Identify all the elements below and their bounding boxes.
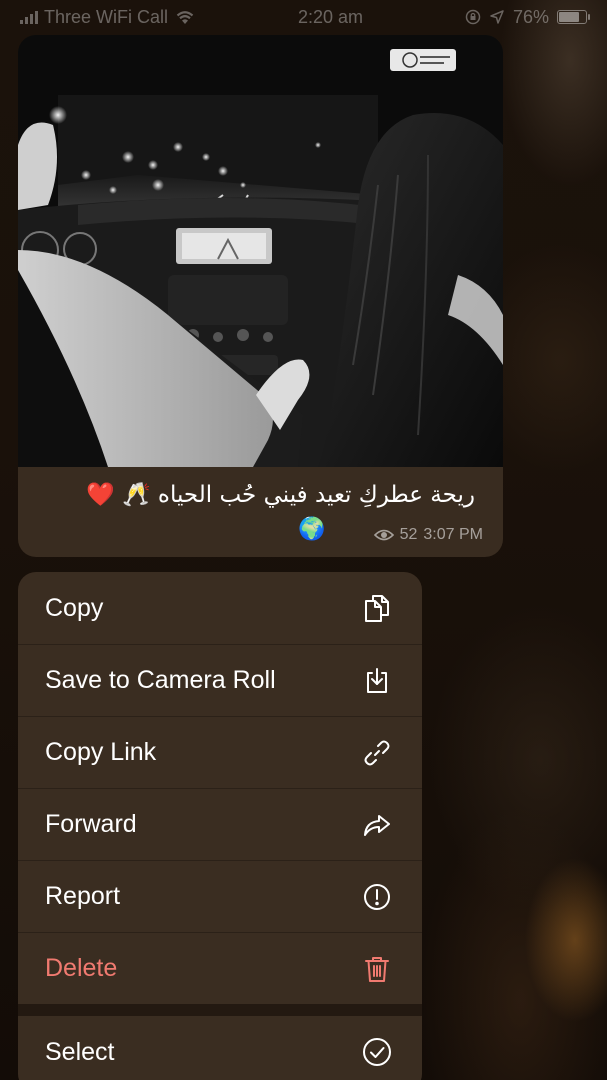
menu-item-label: Save to Camera Roll (45, 666, 276, 694)
forward-icon (360, 808, 394, 842)
save-icon (360, 664, 394, 698)
menu-item-label: Report (45, 882, 121, 910)
menu-item-delete[interactable]: Delete (18, 932, 422, 1004)
menu-item-label: Copy (45, 593, 104, 622)
menu-item-label: Copy Link (45, 738, 157, 766)
report-icon (360, 880, 394, 914)
context-menu: Copy Save to Camera Roll Copy Link Forwa… (18, 572, 422, 1080)
menu-separator (18, 1004, 422, 1016)
copy-icon (360, 591, 394, 625)
location-icon (490, 10, 504, 24)
menu-item-select[interactable]: Select (18, 1016, 422, 1080)
eye-icon (373, 529, 394, 541)
status-bar: Three WiFi Call 2:20 am 76% (0, 0, 607, 34)
caption-text: ريحة عطركِ تعيد فيني حُب الحياه 🥂 ❤️ (86, 482, 475, 508)
battery-icon (557, 10, 590, 24)
battery-percent: 76% (512, 6, 549, 27)
message-caption: ريحة عطركِ تعيد فيني حُب الحياه 🥂 ❤️ (38, 479, 475, 511)
menu-item-copy[interactable]: Copy (18, 572, 422, 644)
menu-item-label: Forward (45, 810, 137, 838)
menu-item-label: Select (45, 1037, 115, 1066)
message-meta: 52 3:07 PM (373, 526, 483, 544)
carrier-label: Three WiFi Call (44, 6, 169, 27)
menu-item-report[interactable]: Report (18, 860, 422, 932)
orientation-lock-icon (465, 9, 481, 25)
message-time: 3:07 PM (423, 526, 483, 543)
status-right: 76% (465, 6, 590, 28)
signal-icon (20, 10, 38, 24)
car-night-photo (18, 35, 503, 467)
screen: Three WiFi Call 2:20 am 76% ريحة عطركِ ت… (0, 0, 607, 1080)
link-icon (360, 736, 394, 770)
menu-item-label: Delete (45, 954, 118, 982)
select-check-icon (360, 1035, 394, 1069)
status-time: 2:20 am (297, 6, 364, 27)
status-left: Three WiFi Call (20, 7, 196, 28)
menu-item-forward[interactable]: Forward (18, 788, 422, 860)
menu-item-save-to-camera-roll[interactable]: Save to Camera Roll (18, 644, 422, 716)
menu-item-copy-link[interactable]: Copy Link (18, 716, 422, 788)
view-count: 52 (399, 526, 418, 543)
message-bubble[interactable]: ريحة عطركِ تعيد فيني حُب الحياه 🥂 ❤️ 🌍 5… (18, 35, 503, 557)
globe-emoji: 🌍 (298, 516, 326, 541)
trash-icon (360, 952, 394, 986)
wifi-icon (176, 11, 194, 24)
message-photo[interactable] (18, 35, 503, 467)
